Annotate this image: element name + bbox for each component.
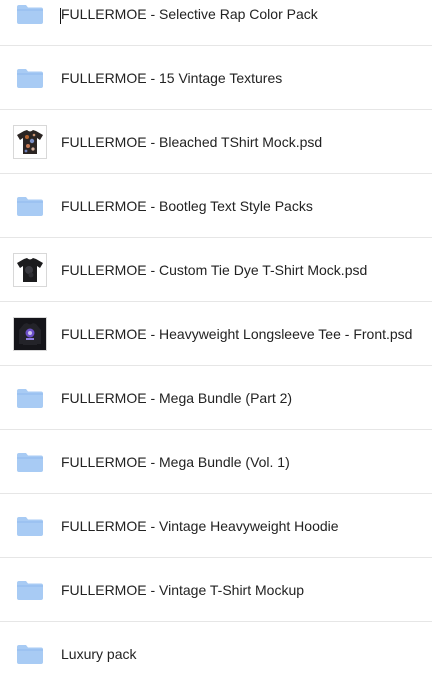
- file-row[interactable]: Luxury pack: [0, 622, 432, 686]
- folder-icon: [13, 0, 47, 31]
- file-row[interactable]: FULLERMOE - Bootleg Text Style Packs: [0, 174, 432, 238]
- folder-icon: [13, 189, 47, 223]
- tie-dye-tshirt-thumbnail: [13, 253, 47, 287]
- file-name: FULLERMOE - Bootleg Text Style Packs: [61, 198, 313, 214]
- file-list: FULLERMOE - Selective Rap Color Pack FUL…: [0, 0, 432, 686]
- file-row[interactable]: FULLERMOE - Bleached TShirt Mock.psd: [0, 110, 432, 174]
- file-name: FULLERMOE - 15 Vintage Textures: [61, 70, 283, 86]
- file-name: FULLERMOE - Mega Bundle (Vol. 1): [61, 454, 290, 470]
- file-name: FULLERMOE - Custom Tie Dye T-Shirt Mock.…: [61, 262, 368, 278]
- file-name: FULLERMOE - Vintage T-Shirt Mockup: [61, 582, 305, 598]
- file-row[interactable]: FULLERMOE - Vintage Heavyweight Hoodie: [0, 494, 432, 558]
- file-row[interactable]: FULLERMOE - Mega Bundle (Part 2): [0, 366, 432, 430]
- folder-icon: [13, 445, 47, 479]
- file-row[interactable]: FULLERMOE - Selective Rap Color Pack: [0, 0, 432, 46]
- folder-icon: [13, 381, 47, 415]
- file-row[interactable]: FULLERMOE - Custom Tie Dye T-Shirt Mock.…: [0, 238, 432, 302]
- file-name: FULLERMOE - Bleached TShirt Mock.psd: [61, 134, 323, 150]
- folder-icon: [13, 573, 47, 607]
- bleached-tshirt-thumbnail: [13, 125, 47, 159]
- file-name: FULLERMOE - Heavyweight Longsleeve Tee -…: [61, 326, 413, 342]
- file-row[interactable]: FULLERMOE - Mega Bundle (Vol. 1): [0, 430, 432, 494]
- folder-icon: [13, 509, 47, 543]
- file-name: Luxury pack: [61, 646, 137, 662]
- file-row[interactable]: FULLERMOE - Vintage T-Shirt Mockup: [0, 558, 432, 622]
- file-name: FULLERMOE - Vintage Heavyweight Hoodie: [61, 518, 339, 534]
- longsleeve-tee-thumbnail: [13, 317, 47, 351]
- folder-icon: [13, 61, 47, 95]
- file-row[interactable]: FULLERMOE - 15 Vintage Textures: [0, 46, 432, 110]
- folder-icon: [13, 637, 47, 671]
- file-name: FULLERMOE - Selective Rap Color Pack: [61, 6, 318, 22]
- file-name: FULLERMOE - Mega Bundle (Part 2): [61, 390, 293, 406]
- file-row[interactable]: FULLERMOE - Heavyweight Longsleeve Tee -…: [0, 302, 432, 366]
